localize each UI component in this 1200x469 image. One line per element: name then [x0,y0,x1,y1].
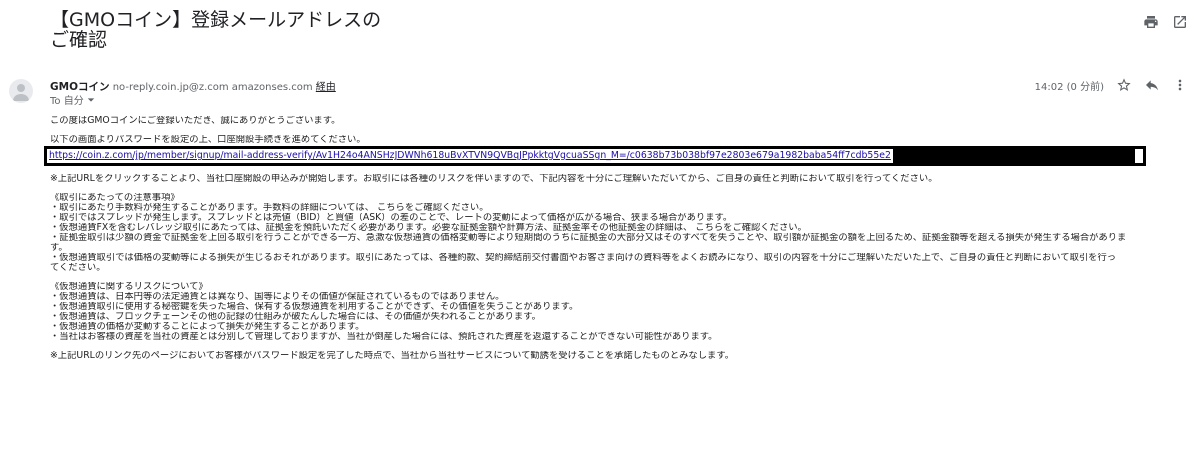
section2-item: ・仮想通貨は、ブロックチェーンその他の記録の仕組みが破たんした場合には、その価値… [50,312,541,322]
reply-icon[interactable] [1144,77,1160,93]
section2-item: ・仮想通貨は、日本円等の法定通貨とは異なり、国等によりその価値が保証されているも… [50,292,505,302]
greeting-text: この度はGMOコインにご登録いただき、誠にありがとうございます。 [50,116,341,126]
sender-email: no-reply.coin.jp@z.com [112,82,229,93]
print-icon[interactable] [1143,14,1159,30]
section2-item: ・仮想通貨取引に使用する秘密鍵を失った場合、保有する仮想通貨を利用することができ… [50,302,579,312]
section1-item: てください。 [50,263,106,273]
section1-item: す。 [50,243,68,253]
avatar-icon [9,79,33,103]
url-redaction-box: https://coin.z.com/jp/member/signup/mail… [44,146,1146,166]
section1-item: ・仮想通貨取引では価格の変動等による損失が生じるおそれがあります。取引にあたって… [50,253,1117,263]
recipient-dropdown[interactable]: To 自分 [50,92,95,107]
via-domain: amazonses.com [231,82,313,93]
section1-title: 《取引にあたっての注意事項》 [50,193,180,203]
message-actions: 14:02 (0 分前) [1035,77,1188,93]
email-subject: 【GMOコイン】登録メールアドレスのご確認 [50,9,382,51]
instruction-text: 以下の画面よりパスワードを設定の上、口座開設手続きを進めてください。 [50,135,366,145]
section1-item: ・仮想通貨FXを含むレバレッジ取引にあたっては、証拠金を預託いただく必要がありま… [50,223,807,233]
section2-item: ・仮想通貨の価格が変動することによって損失が発生することがあります。 [50,322,365,332]
top-actions [1143,14,1188,30]
chevron-down-icon [87,96,95,107]
email-body: この度はGMOコインにご登録いただき、誠にありがとうございます。 以下の画面より… [44,116,1192,361]
via-link[interactable]: 経由 [316,82,336,93]
more-vert-icon[interactable] [1172,77,1188,93]
section2-title: 《仮想通貨に関するリスクについて》 [50,282,208,292]
open-in-new-icon[interactable] [1172,14,1188,30]
section2-item: ・当社はお客様の資産を当社の資産とは分別して管理しておりますが、当社が倒産した場… [50,332,718,342]
verify-url-link[interactable]: https://coin.z.com/jp/member/signup/mail… [47,149,893,163]
star-icon[interactable] [1116,77,1132,93]
footer-note: ※上記URLのリンク先のページにおいてお客様がパスワード設定を完了した時点で、当… [50,351,734,361]
to-label: To 自分 [50,96,84,107]
notice-text: ※上記URLをクリックすることより、当社口座開設の申込みが開始します。お取引には… [50,174,938,184]
section1-item: ・証拠金取引は少額の資金で証拠金を上回る取引を行うことができる一方、急激な仮想通… [50,233,1127,243]
section1-item: ・取引ではスプレッドが発生します。スプレッドとは売値（BID）と買値（ASK）の… [50,213,733,223]
section1-item: ・取引にあたり手数料が発生することがあります。手数料の詳細については、 こちらを… [50,203,489,213]
timestamp: 14:02 (0 分前) [1034,81,1104,93]
